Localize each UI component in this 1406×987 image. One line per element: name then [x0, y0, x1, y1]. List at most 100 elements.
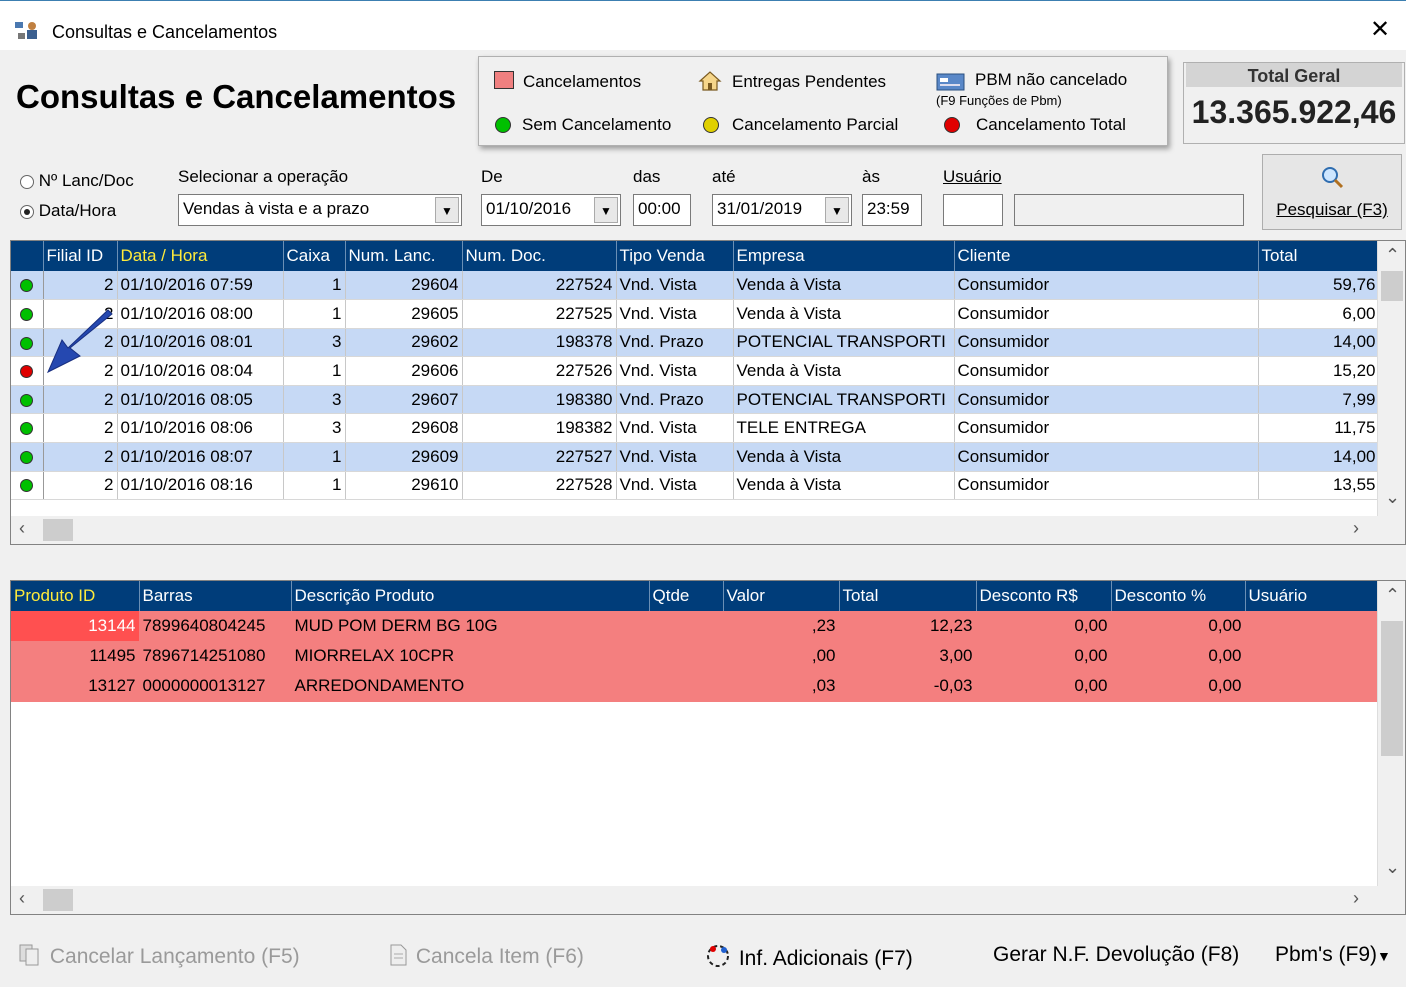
pesquisar-button[interactable]: Pesquisar (F3) [1262, 154, 1402, 230]
sales-row[interactable]: 2 01/10/2016 08:16 1 29610 227528 Vnd. Vista V… [11, 471, 1380, 501]
operacao-select[interactable]: Vendas à vista e a prazo ▼ [178, 194, 462, 226]
red-dot-icon [944, 117, 960, 133]
col-cliente[interactable]: Cliente [954, 241, 1259, 271]
item-row[interactable]: 13127 0000000013127 ARREDONDAMENTO ,03 -0,03… [11, 671, 1380, 702]
num-doc-cell: 227524 [462, 271, 617, 301]
gerar-nf-devolucao-button[interactable]: Gerar N.F. Devolução (F8) [993, 943, 1239, 967]
sales-row[interactable]: 201/10/2016 08:00129605227525Vnd. VistaV… [11, 299, 1380, 329]
sales-row[interactable]: 2 01/10/2016 08:06 3 29608 198382 Vnd. Vista T… [11, 413, 1380, 444]
data-hora-cell: 01/10/2016 08:06 [117, 413, 284, 444]
chevron-right-icon[interactable]: › [1353, 518, 1359, 539]
sales-row[interactable]: 2 01/10/2016 08:05 3 29607 198380 Vnd. Prazo P… [11, 385, 1380, 415]
item-row[interactable]: 11495 7896714251080 MIORRELAX 10CPR ,00 3,00… [11, 641, 1380, 672]
data-hora-cell: 01/10/2016 08:16 [117, 471, 284, 501]
desconto-rs-cell: 0,00 [976, 671, 1112, 702]
green-dot-icon [20, 393, 34, 407]
status-dot [11, 328, 44, 358]
green-dot-icon [495, 117, 511, 133]
col-empresa[interactable]: Empresa [733, 241, 955, 271]
chevron-down-icon[interactable]: ▼ [435, 197, 459, 223]
chevron-up-icon[interactable]: ⌃ [1385, 245, 1400, 266]
scroll-thumb[interactable] [1381, 271, 1403, 301]
total-cell: 15,20 [1258, 356, 1380, 386]
chevron-left-icon[interactable]: ‹ [19, 888, 25, 909]
item-total-cell: 3,00 [839, 641, 977, 672]
col-valor[interactable]: Valor [723, 581, 840, 611]
chevron-down-icon[interactable]: ▼ [594, 197, 618, 223]
col-tipo-venda[interactable]: Tipo Venda [616, 241, 734, 271]
scroll-thumb[interactable] [43, 519, 73, 541]
items-hscrollbar[interactable]: ‹ › [11, 886, 1405, 914]
col-caixa[interactable]: Caixa [283, 241, 346, 271]
radio-data[interactable]: Data/Hora [20, 201, 116, 221]
chevron-left-icon[interactable]: ‹ [19, 518, 25, 539]
sales-row[interactable]: 2 01/10/2016 08:01 3 29602 198378 Vnd. Prazo P… [11, 328, 1380, 358]
tipo-venda-cell: Vnd. Prazo [616, 385, 734, 415]
produto-id-cell: 13127 [11, 671, 140, 702]
close-icon[interactable]: ✕ [1370, 18, 1390, 42]
sales-row[interactable]: 2 01/10/2016 07:59 1 29604 227524 Vnd. Vista V… [11, 271, 1380, 301]
sales-hscrollbar[interactable]: ‹ › [11, 516, 1405, 544]
inf-adicionais-button[interactable]: Inf. Adicionais (F7) [705, 943, 913, 971]
col-num-doc[interactable]: Num. Doc. [462, 241, 617, 271]
cliente-cell: Consumidor [954, 271, 1259, 301]
chevron-down-icon[interactable]: ⌄ [1385, 487, 1400, 508]
pbms-button[interactable]: Pbm's (F9)▼ [1275, 943, 1391, 967]
chevron-up-icon[interactable]: ⌃ [1385, 585, 1400, 606]
data-hora-cell: 01/10/2016 08:07 [117, 442, 284, 472]
data-hora-cell: 01/10/2016 08:04 [117, 356, 284, 386]
col-usuario[interactable]: Usuário [1245, 581, 1380, 611]
usuario-cell [1245, 611, 1380, 642]
sales-row[interactable]: 2 01/10/2016 08:04 1 29606 227526 Vnd. Vista V… [11, 356, 1380, 386]
ate-date-input[interactable]: 31/01/2019 ▼ [712, 194, 852, 226]
num-lanc-cell: 29608 [345, 413, 463, 444]
col-desconto-pct[interactable]: Desconto % [1111, 581, 1246, 611]
item-row[interactable]: 13144 7899640804245 MUD POM DERM BG 10G ,23… [11, 611, 1380, 642]
barras-cell: 0000000013127 [139, 671, 292, 702]
sales-vscrollbar[interactable]: ⌃ ⌄ [1377, 241, 1405, 516]
usuario-name-field [1014, 194, 1244, 226]
item-total-cell: -0,03 [839, 671, 977, 702]
cancela-item-button[interactable]: Cancela Item (F6) [388, 943, 584, 969]
scroll-thumb[interactable] [43, 889, 73, 911]
tipo-venda-cell: Vnd. Vista [616, 442, 734, 472]
operacao-label: Selecionar a operação [178, 167, 349, 186]
caixa-cell: 1 [283, 271, 346, 301]
col-produto-id[interactable]: Produto ID [11, 581, 140, 611]
usuario-input[interactable] [943, 194, 1003, 226]
descricao-cell: ARREDONDAMENTO [291, 671, 650, 702]
chevron-down-icon[interactable]: ▼ [825, 197, 849, 223]
radio-lanc[interactable]: Nº Lanc/Doc [20, 171, 134, 191]
das-time-input[interactable]: 00:00 [633, 194, 691, 226]
chevron-down-icon[interactable]: ⌄ [1385, 857, 1400, 878]
scroll-thumb[interactable] [1381, 621, 1403, 756]
col-total[interactable]: Total [1258, 241, 1380, 271]
col-filial[interactable]: Filial ID [43, 241, 118, 271]
col-data-hora[interactable]: Data / Hora [117, 241, 284, 271]
cancelar-lancamento-button[interactable]: Cancelar Lançamento (F5) [18, 943, 300, 969]
status-dot [11, 385, 44, 415]
sales-row[interactable]: 2 01/10/2016 08:07 1 29609 227527 Vnd. Vista V… [11, 442, 1380, 472]
legend-entregas: Entregas Pendentes [732, 72, 887, 91]
empresa-cell: Venda à Vista [733, 299, 955, 329]
num-doc-cell: 227525 [462, 299, 617, 329]
col-num-lanc[interactable]: Num. Lanc. [345, 241, 463, 271]
items-vscrollbar[interactable]: ⌃ ⌄ [1377, 581, 1405, 886]
chevron-right-icon[interactable]: › [1353, 888, 1359, 909]
data-hora-cell: 01/10/2016 08:05 [117, 385, 284, 415]
col-qtde[interactable]: Qtde [649, 581, 724, 611]
status-dot [11, 356, 44, 386]
col-item-total[interactable]: Total [839, 581, 977, 611]
col-descricao[interactable]: Descrição Produto [291, 581, 650, 611]
total-cell: 14,00 [1258, 328, 1380, 358]
sales-grid[interactable]: Filial ID Data / Hora Caixa Num. Lanc. N… [10, 240, 1406, 545]
as-time-input[interactable]: 23:59 [862, 194, 922, 226]
col-desconto-rs[interactable]: Desconto R$ [976, 581, 1112, 611]
de-date-input[interactable]: 01/10/2016 ▼ [481, 194, 621, 226]
empresa-cell: Venda à Vista [733, 271, 955, 301]
items-grid[interactable]: Produto ID Barras Descrição Produto Qtde… [10, 580, 1406, 915]
col-barras[interactable]: Barras [139, 581, 292, 611]
legend-pbm: PBM não cancelado [975, 70, 1128, 89]
search-icon [1322, 167, 1344, 189]
desconto-rs-cell: 0,00 [976, 641, 1112, 672]
